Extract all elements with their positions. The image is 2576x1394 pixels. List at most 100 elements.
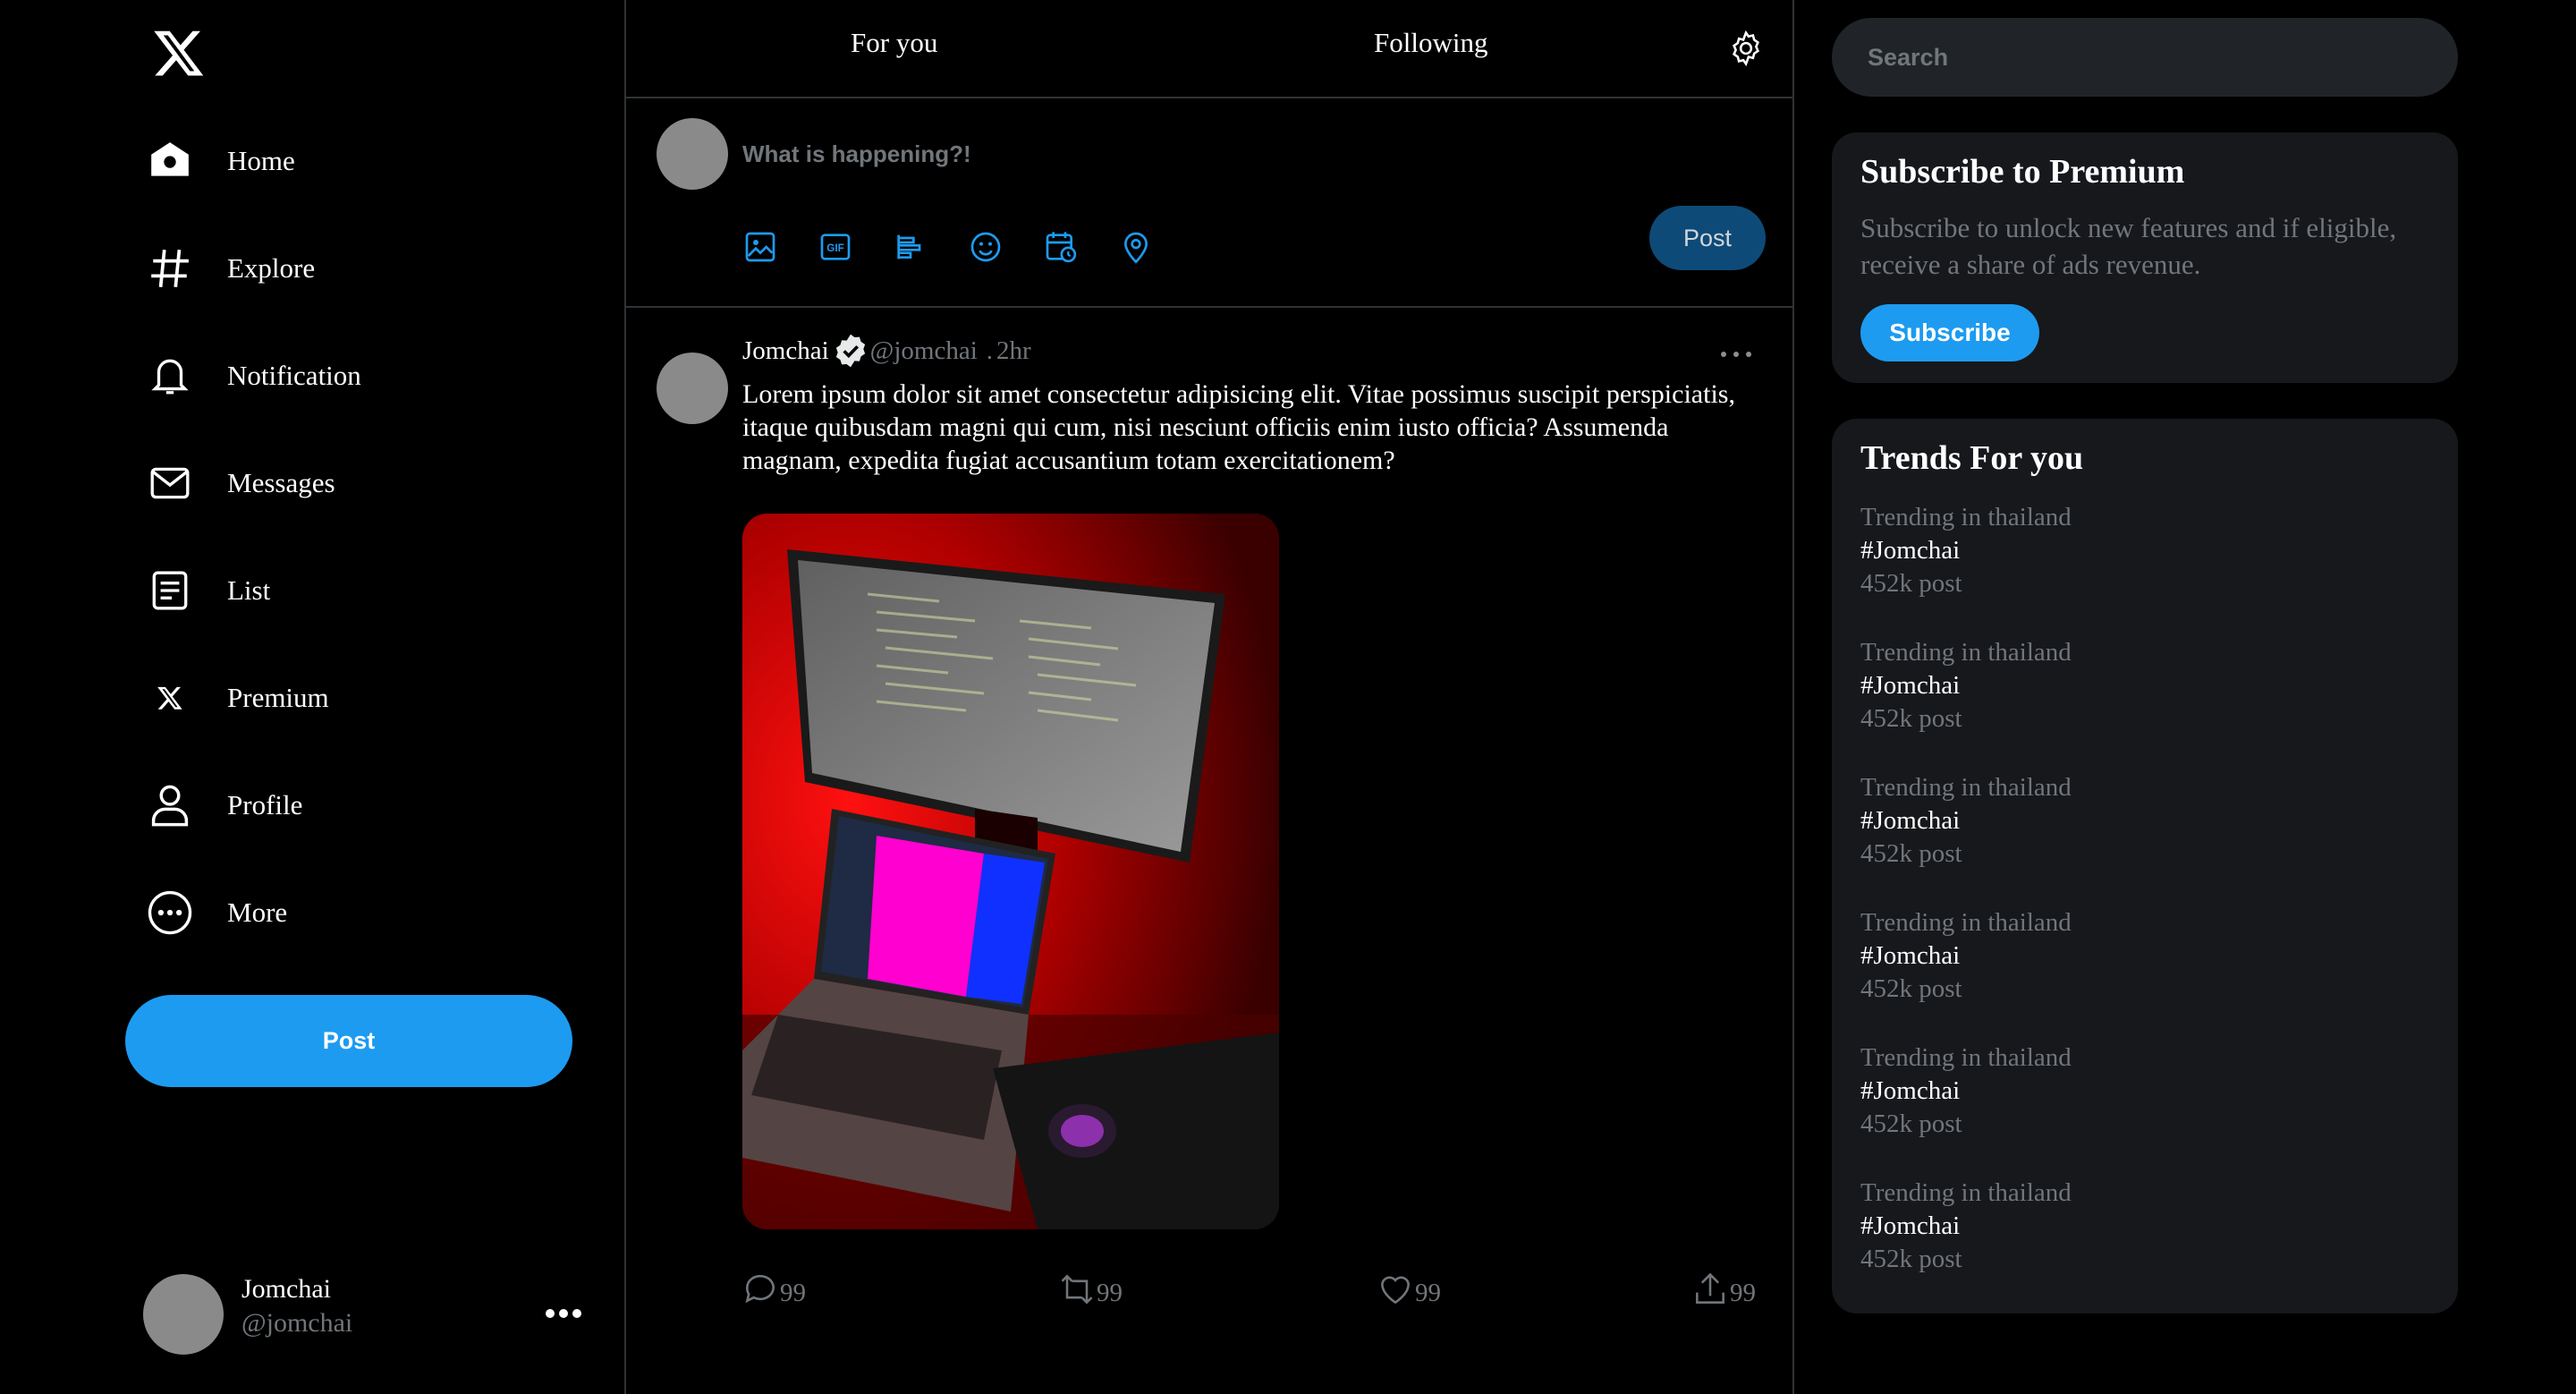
tweet-author-handle[interactable]: @jomchai [870,336,978,366]
tab-following[interactable]: Following [1374,27,1487,59]
nav-label: Home [227,145,295,176]
envelope-icon [143,456,197,510]
repost-count: 99 [1097,1278,1123,1307]
separator-dot: . [986,336,994,365]
nav-label: Notification [227,360,361,391]
share-button[interactable]: 99 [1690,1271,1756,1315]
trend-item[interactable]: Trending in thailand #Jomchai 452k post [1860,771,2397,871]
composer: GIF Post [626,100,1794,308]
trend-item[interactable]: Trending in thailand #Jomchai 452k post [1860,1177,2397,1276]
trend-item[interactable]: Trending in thailand #Jomchai 452k post [1860,501,2397,600]
nav-item-notification[interactable]: Notification [143,340,361,412]
more-circle-icon [143,886,197,939]
trend-count: 452k post [1860,704,1962,733]
hashtag-icon [143,242,197,295]
premium-title: Subscribe to Premium [1860,153,2185,191]
reply-button[interactable]: 99 [741,1271,806,1315]
list-icon [143,564,197,617]
trend-meta: Trending in thailand [1860,908,2072,937]
tweet-header: Jomchai @jomchai . 2hr [742,331,1031,370]
account-name: Jomchai [242,1274,331,1304]
trend-hashtag: #Jomchai [1860,1076,1961,1105]
gif-icon[interactable]: GIF [818,229,853,265]
share-icon [1690,1270,1730,1316]
tab-for-you[interactable]: For you [851,27,937,59]
nav-label: More [227,897,288,928]
trend-meta: Trending in thailand [1860,638,2072,667]
search-input[interactable] [1832,18,2458,97]
compose-input[interactable] [742,134,1547,174]
trend-item[interactable]: Trending in thailand #Jomchai 452k post [1860,906,2397,1006]
repost-icon [1057,1270,1097,1316]
like-button[interactable]: 99 [1376,1271,1441,1315]
main-timeline: For you Following GIF Post Jomchai [626,0,1794,1394]
trend-hashtag: #Jomchai [1860,941,1961,970]
nav-label: Premium [227,682,329,713]
schedule-icon[interactable] [1043,229,1079,265]
trend-count: 452k post [1860,1245,1962,1273]
verified-badge-icon [831,331,870,370]
account-handle: @jomchai [242,1308,353,1338]
nav-item-profile[interactable]: Profile [143,769,302,841]
trends-card: Trends For you Trending in thailand #Jom… [1832,419,2458,1313]
reply-icon [741,1270,780,1316]
trend-count: 452k post [1860,1109,1962,1138]
home-icon [143,134,197,188]
trend-hashtag: #Jomchai [1860,806,1961,835]
trend-meta: Trending in thailand [1860,773,2072,802]
premium-description: Subscribe to unlock new features and if … [1860,212,2397,280]
post-button[interactable]: Post [125,995,572,1087]
emoji-icon[interactable] [968,229,1004,265]
trend-hashtag: #Jomchai [1860,536,1961,565]
avatar [143,1274,224,1355]
nav-label: List [227,574,271,606]
trend-meta: Trending in thailand [1860,1043,2072,1072]
nav-item-more[interactable]: More [143,877,287,948]
svg-text:GIF: GIF [826,242,843,254]
nav-item-premium[interactable]: Premium [143,662,329,734]
image-icon[interactable] [742,229,778,265]
poll-icon[interactable] [893,229,928,265]
reply-count: 99 [780,1278,806,1307]
trend-item[interactable]: Trending in thailand #Jomchai 452k post [1860,1041,2397,1141]
x-logo-icon [143,671,197,725]
more-horizontal-icon[interactable] [541,1296,586,1331]
timeline-tabs: For you Following [626,0,1794,98]
right-sidebar: Subscribe to Premium Subscribe to unlock… [1796,0,2576,1394]
trend-count: 452k post [1860,839,1962,868]
trend-hashtag: #Jomchai [1860,671,1961,700]
avatar [657,118,728,190]
subscribe-button[interactable]: Subscribe [1860,304,2039,361]
person-icon [143,778,197,832]
gear-icon[interactable] [1726,29,1766,68]
share-count: 99 [1730,1278,1756,1307]
nav-item-explore[interactable]: Explore [143,233,315,304]
like-count: 99 [1415,1278,1441,1307]
trend-hashtag: #Jomchai [1860,1211,1961,1240]
tweet[interactable]: Jomchai @jomchai . 2hr Lorem ipsum dolor… [626,310,1794,1394]
sidebar: Home Explore Notification Messages List … [0,0,626,1394]
trend-count: 452k post [1860,974,1962,1003]
tweet-timestamp[interactable]: 2hr [996,336,1031,366]
heart-icon [1376,1270,1415,1316]
nav-label: Messages [227,467,335,498]
nav-label: Explore [227,252,316,284]
tweet-media-image[interactable] [742,514,1279,1229]
tweet-text: Lorem ipsum dolor sit amet consectetur a… [742,379,1735,475]
account-switcher[interactable]: Jomchai @jomchai [143,1274,590,1355]
more-horizontal-icon[interactable] [1717,345,1755,363]
nav-item-home[interactable]: Home [143,125,295,197]
nav-label: Profile [227,789,303,820]
repost-button[interactable]: 99 [1057,1271,1123,1315]
trend-meta: Trending in thailand [1860,1178,2072,1207]
avatar[interactable] [657,353,728,424]
bell-icon [143,349,197,403]
tweet-author-name[interactable]: Jomchai [742,336,829,366]
nav-item-list[interactable]: List [143,555,270,626]
trend-item[interactable]: Trending in thailand #Jomchai 452k post [1860,636,2397,735]
x-logo-icon[interactable] [152,25,206,81]
nav-item-messages[interactable]: Messages [143,447,335,519]
compose-post-button[interactable]: Post [1649,206,1766,270]
location-icon[interactable] [1118,229,1154,265]
premium-card: Subscribe to Premium Subscribe to unlock… [1832,132,2458,383]
